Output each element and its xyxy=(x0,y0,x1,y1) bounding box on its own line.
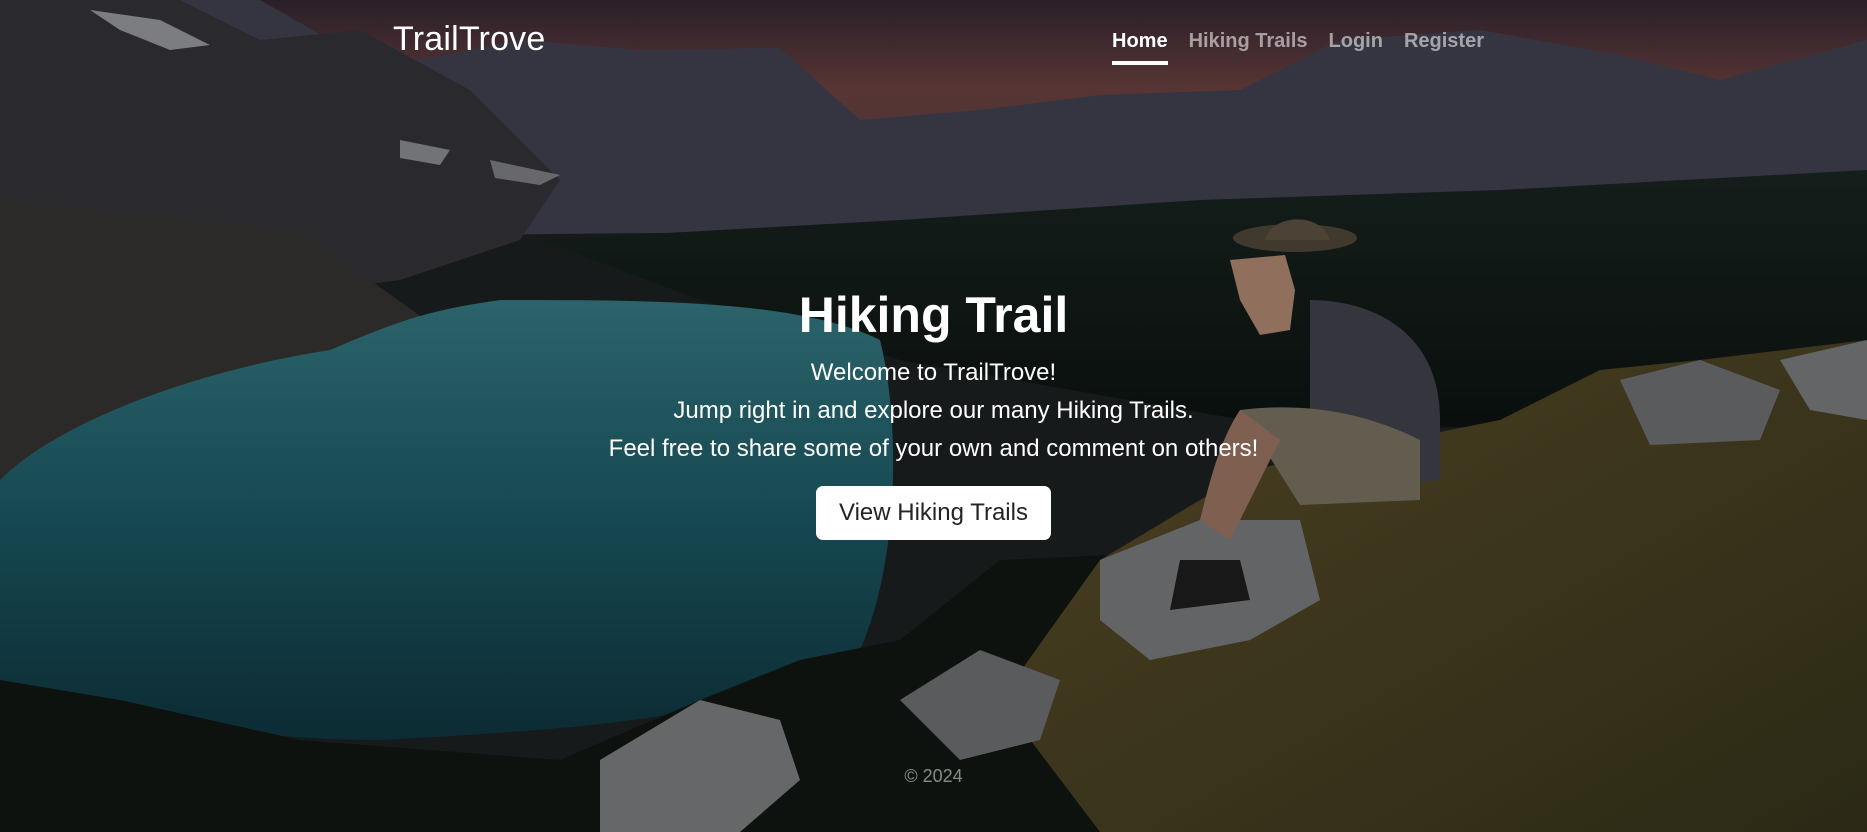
page-title: Hiking Trail xyxy=(798,287,1069,343)
nav-login-link[interactable]: Login xyxy=(1329,26,1383,65)
copyright-text: © 2024 xyxy=(904,766,963,786)
brand-logo-link[interactable]: TrailTrove xyxy=(393,20,546,59)
lead-line-welcome: Welcome to TrailTrove! xyxy=(810,359,1057,386)
site-header: TrailTrove Home Hiking Trails Login Regi… xyxy=(0,0,1867,80)
nav-hiking-trails-link[interactable]: Hiking Trails xyxy=(1189,26,1308,65)
lead-line-share: Feel free to share some of your own and … xyxy=(608,435,1259,462)
view-hiking-trails-button[interactable]: View Hiking Trails xyxy=(816,486,1051,540)
main-nav: Home Hiking Trails Login Register xyxy=(1112,26,1505,65)
nav-register-link[interactable]: Register xyxy=(1404,26,1484,65)
lead-line-explore: Jump right in and explore our many Hikin… xyxy=(673,397,1194,424)
hero-section: TrailTrove Home Hiking Trails Login Regi… xyxy=(0,0,1867,832)
site-footer: © 2024 xyxy=(0,766,1867,787)
nav-home-link[interactable]: Home xyxy=(1112,26,1168,65)
hero-content: Hiking Trail Welcome to TrailTrove! Jump… xyxy=(0,280,1867,540)
hero-lead-text: Welcome to TrailTrove! Jump right in and… xyxy=(0,354,1867,468)
